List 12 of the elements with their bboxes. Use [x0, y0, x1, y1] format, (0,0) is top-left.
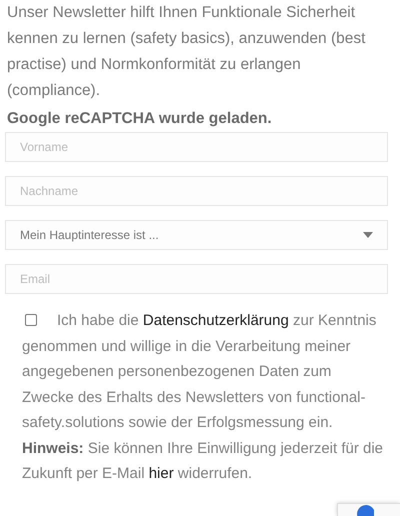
- input-field[interactable]: Nachname: [5, 176, 388, 206]
- input-field[interactable]: Vorname: [5, 132, 388, 162]
- caret-icon: [363, 232, 373, 238]
- link[interactable]: Datenschutzerklärung: [142, 312, 289, 329]
- captcha-notice: Google reCAPTCHA wurde geladen.: [7, 110, 273, 128]
- intro-paragraph: Unser Newsletter hilft Ihnen Funktionale Sicherheit kennen zu lernen (safety basics), anzuwenden (best practise) und Normkonformität zu erlangen (compliance).: [7, 3, 366, 101]
- link[interactable]: hier: [148, 465, 174, 482]
- consent-text: Ich habe die Datenschutzerklärung zur Kenntnis genommen und willige in die Verarbeitung meiner angegebenen personenbezogenen Daten zum Zwecke des Erhalts des Newsletters von functional-safety.solutions sowie der Erfolgsmessung ein. Hinweis: Sie können Ihre Einwilligung jederzeit für die Zukunft per E-Mail hier widerrufen.: [21, 311, 384, 484]
- recaptcha-badge[interactable]: [337, 503, 400, 516]
- consent-checkbox[interactable]: [25, 314, 37, 326]
- interest-dropdown[interactable]: Mein Hauptinteresse ist ...: [5, 220, 388, 250]
- input-field[interactable]: Email: [5, 264, 388, 294]
